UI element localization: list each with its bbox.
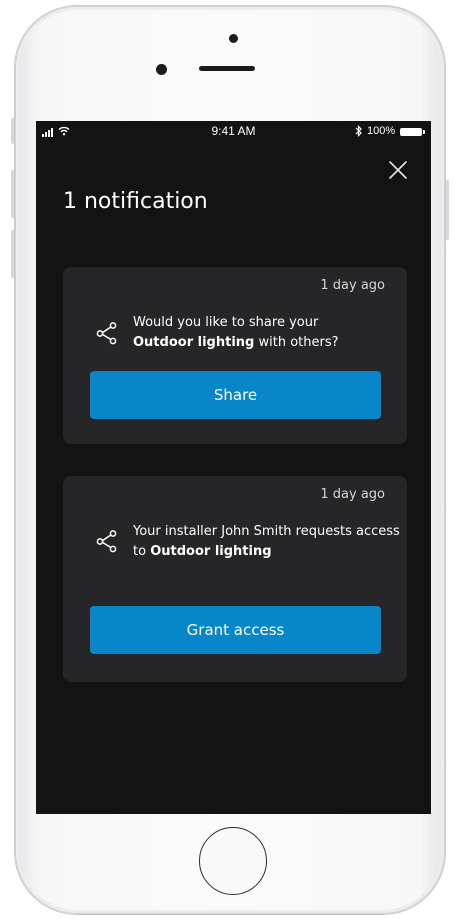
notification-time: 1 day ago xyxy=(320,278,385,293)
proximity-sensor xyxy=(229,34,238,43)
phone-screen: 9:41 AM 100% 1 notification 1 day ago Wo… xyxy=(36,121,431,814)
home-button[interactable] xyxy=(199,827,267,895)
notification-card-access-request: 1 day ago Your installer John Smith requ… xyxy=(63,476,407,682)
earpiece-speaker xyxy=(199,66,255,71)
notification-message-line1: Your installer John Smith requests acces… xyxy=(133,524,400,539)
notification-message-line1: Would you like to share your xyxy=(133,315,319,330)
notification-message: Would you like to share your Outdoor lig… xyxy=(133,313,339,353)
notification-message-suffix: with others? xyxy=(254,335,339,350)
front-camera xyxy=(156,64,167,75)
notification-message: Your installer John Smith requests acces… xyxy=(133,522,400,562)
power-button xyxy=(445,180,449,240)
notification-device-name: Outdoor lighting xyxy=(150,544,272,559)
notification-device-name: Outdoor lighting xyxy=(133,335,255,350)
share-icon xyxy=(96,322,117,345)
page-title: 1 notification xyxy=(63,189,208,214)
notification-message-prefix: to xyxy=(133,544,151,559)
notification-time: 1 day ago xyxy=(320,487,385,502)
share-icon xyxy=(96,530,117,553)
bluetooth-icon xyxy=(355,125,362,137)
battery-icon xyxy=(400,128,425,136)
notification-card-share: 1 day ago Would you like to share your O… xyxy=(63,267,407,444)
close-icon[interactable] xyxy=(385,157,411,183)
notification-message-line2: to Outdoor lighting xyxy=(133,542,400,562)
share-button[interactable]: Share xyxy=(90,371,381,419)
grant-access-button[interactable]: Grant access xyxy=(90,606,381,654)
notification-message-line2: Outdoor lighting with others? xyxy=(133,333,339,353)
status-bar: 9:41 AM 100% xyxy=(36,121,431,141)
battery-percentage: 100% xyxy=(367,125,396,137)
stage: 9:41 AM 100% 1 notification 1 day ago Wo… xyxy=(0,0,459,919)
